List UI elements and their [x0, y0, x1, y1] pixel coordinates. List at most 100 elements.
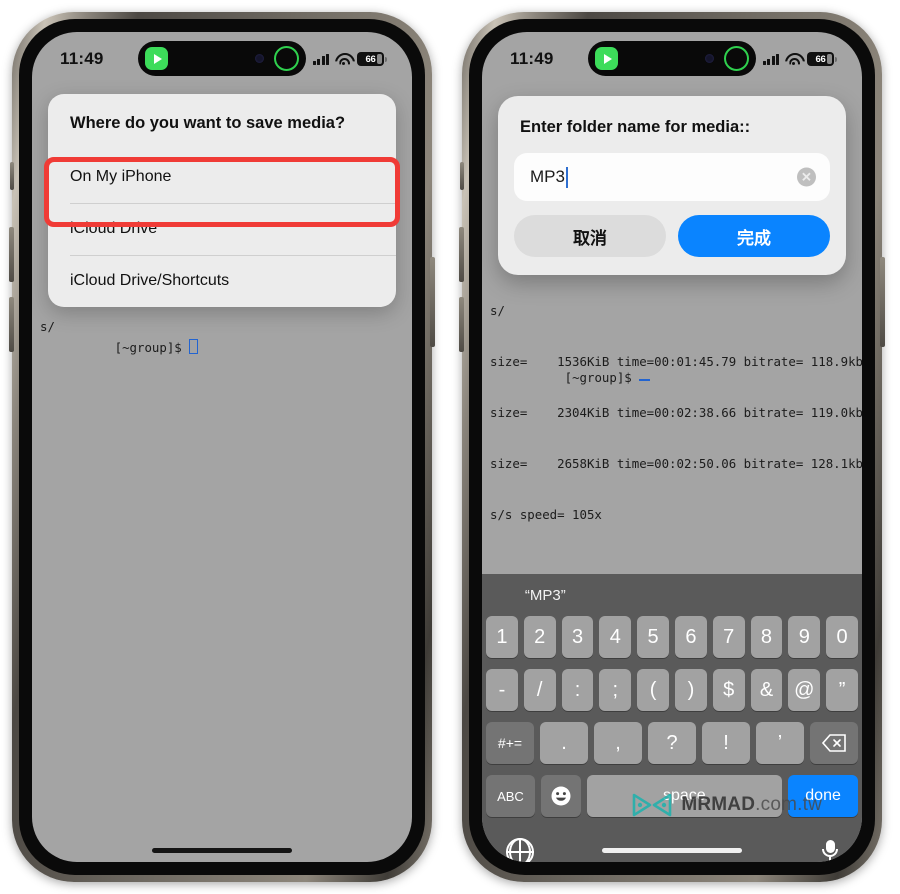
home-indicator[interactable]: [602, 848, 742, 853]
terminal-prompt: [~group]$: [564, 370, 640, 385]
mrmad-watermark: MRMAD.com.tw: [632, 792, 822, 818]
watermark-brand: MRMAD: [681, 794, 756, 815]
key-abc-toggle[interactable]: ABC: [486, 775, 535, 817]
folder-name-input[interactable]: MP3 ✕: [514, 153, 830, 201]
key-period[interactable]: .: [540, 722, 588, 764]
key-6[interactable]: 6: [675, 616, 707, 658]
dialog-actions: 取消 完成: [514, 215, 830, 257]
play-icon[interactable]: [145, 47, 168, 70]
battery-fill: [827, 54, 832, 64]
key-hyphen[interactable]: -: [486, 669, 518, 711]
terminal-cursor: [189, 339, 199, 354]
status-time: 11:49: [60, 49, 104, 68]
key-dollar[interactable]: $: [712, 669, 745, 711]
left-phone-screen: 11:49 66 s/ [~group]$ Where do you want …: [32, 32, 412, 862]
key-question[interactable]: ?: [648, 722, 696, 764]
front-camera-dot: [705, 54, 714, 63]
volume-down-button[interactable]: [459, 297, 464, 352]
volume-up-button[interactable]: [459, 227, 464, 282]
key-apostrophe[interactable]: ’: [756, 722, 804, 764]
backspace-glyph: [822, 734, 846, 752]
volume-up-button[interactable]: [9, 227, 14, 282]
island-sensors: [255, 46, 299, 71]
screenshot-stage: 11:49 66 s/ [~group]$ Where do you want …: [0, 0, 900, 894]
keyboard-row-numbers: 1 2 3 4 5 6 7 8 9 0: [482, 616, 862, 658]
dynamic-island[interactable]: [138, 41, 306, 76]
key-2[interactable]: 2: [523, 616, 556, 658]
cellular-signal-icon: [312, 53, 329, 65]
cancel-button[interactable]: 取消: [514, 215, 666, 257]
watermark-suffix: .com.tw: [755, 794, 822, 815]
prediction-candidate[interactable]: “MP3”: [482, 587, 609, 604]
on-screen-keyboard: “MP3” 1 2 3 4 5 6 7 8 9 0 - /: ; () $ …: [482, 574, 862, 862]
key-4[interactable]: 4: [599, 616, 632, 658]
predictive-bar: “MP3”: [482, 574, 862, 616]
volume-down-button[interactable]: [9, 297, 14, 352]
key-colon[interactable]: :: [561, 669, 594, 711]
terminal-line: size= 2304KiB time=00:02:38.66 bitrate= …: [490, 405, 862, 420]
key-9[interactable]: 9: [788, 616, 821, 658]
key-ampersand[interactable]: &: [750, 669, 783, 711]
watermark-text: MRMAD.com.tw: [681, 794, 822, 816]
key-quote[interactable]: ”: [826, 669, 858, 711]
battery-level-label: 66: [365, 53, 376, 65]
wifi-icon: [785, 53, 801, 66]
delete-key-icon[interactable]: [810, 722, 858, 764]
key-symbols-toggle[interactable]: #+=: [486, 722, 534, 764]
power-button[interactable]: [880, 257, 885, 347]
key-at[interactable]: @: [788, 669, 821, 711]
terminal-prompt: [~group]$: [114, 340, 190, 355]
key-exclamation[interactable]: !: [702, 722, 750, 764]
key-1[interactable]: 1: [486, 616, 518, 658]
dialog-title: Enter folder name for media::: [520, 118, 751, 136]
sheet-option-icloud-drive-shortcuts[interactable]: iCloud Drive/Shortcuts: [48, 255, 396, 307]
battery-icon: 66: [807, 52, 837, 66]
microphone-icon[interactable]: [822, 840, 838, 862]
power-button[interactable]: [430, 257, 435, 347]
right-terminal-prompt-line: [~group]$: [482, 352, 862, 403]
status-time: 11:49: [510, 49, 554, 68]
key-8[interactable]: 8: [750, 616, 783, 658]
status-indicators: 66: [312, 52, 387, 66]
right-terminal-output: s/ size= 1536KiB time=00:01:45.79 bitrat…: [482, 268, 862, 557]
home-indicator[interactable]: [152, 848, 292, 853]
key-7[interactable]: 7: [712, 616, 745, 658]
green-ring-indicator: [724, 46, 749, 71]
key-paren-close[interactable]: ): [675, 669, 707, 711]
sheet-title: Where do you want to save media?: [70, 114, 346, 132]
key-paren-open[interactable]: (: [637, 669, 669, 711]
silent-switch[interactable]: [460, 162, 464, 190]
front-camera-dot: [255, 54, 264, 63]
emoji-icon[interactable]: [540, 775, 581, 817]
keyboard-bottom-bar: [482, 828, 862, 862]
green-ring-indicator: [274, 46, 299, 71]
text-caret: [565, 166, 568, 188]
play-icon[interactable]: [595, 47, 618, 70]
dynamic-island[interactable]: [588, 41, 756, 76]
silent-switch[interactable]: [10, 162, 14, 190]
emoji-glyph: [551, 786, 571, 806]
terminal-cursor: [639, 378, 651, 381]
key-3[interactable]: 3: [561, 616, 594, 658]
clear-text-icon[interactable]: ✕: [797, 167, 816, 187]
key-semicolon[interactable]: ;: [599, 669, 632, 711]
globe-icon[interactable]: [506, 838, 534, 862]
input-value: MP3: [530, 167, 565, 186]
save-location-sheet: Where do you want to save media? On My i…: [48, 94, 396, 307]
left-terminal-prompt-line: [~group]$: [32, 322, 412, 373]
key-5[interactable]: 5: [637, 616, 669, 658]
key-comma[interactable]: ,: [594, 722, 642, 764]
key-0[interactable]: 0: [826, 616, 858, 658]
wifi-icon: [335, 53, 351, 66]
right-phone-screen: 11:49 66 s/ size= 1536KiB time=00:01:45.…: [482, 32, 862, 862]
key-slash[interactable]: /: [523, 669, 556, 711]
status-indicators: 66: [762, 52, 837, 66]
left-iphone-device: 11:49 66 s/ [~group]$ Where do you want …: [9, 12, 435, 882]
battery-level-label: 66: [815, 53, 826, 65]
sheet-option-on-my-iphone[interactable]: On My iPhone: [48, 151, 396, 203]
right-phone-bezel: 11:49 66 s/ size= 1536KiB time=00:01:45.…: [469, 19, 875, 875]
confirm-button[interactable]: 完成: [678, 215, 830, 257]
sheet-option-icloud-drive[interactable]: iCloud Drive: [48, 203, 396, 255]
keyboard-row-punctuation: #+= . , ? ! ’: [482, 722, 862, 764]
right-iphone-device: 11:49 66 s/ size= 1536KiB time=00:01:45.…: [459, 12, 885, 882]
